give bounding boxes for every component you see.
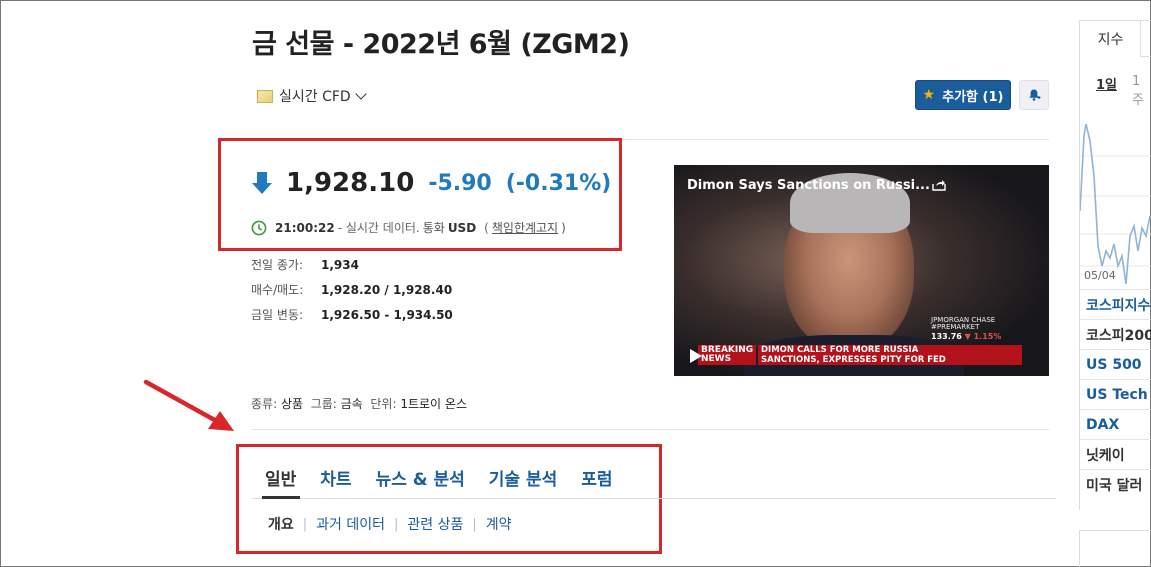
quote-price-row: 1,928.10 -5.90 (-0.31%) (251, 168, 611, 198)
instrument-meta: 종류: 상품 그룹: 금속 단위: 1트로이 온스 (251, 395, 467, 412)
sidebar-tab-line (1141, 56, 1151, 57)
paren-close: ) (561, 220, 566, 235)
last-price: 1,928.10 (286, 168, 415, 198)
subtab-separator: | (302, 516, 308, 532)
page-title: 금 선물 - 2022년 6월 (ZGM2) (252, 29, 630, 60)
video-corner-line: #PREMARKET (931, 323, 980, 331)
alert-button[interactable] (1019, 80, 1049, 110)
sidebar-period-1d[interactable]: 1일 (1096, 74, 1117, 93)
arrow-down-icon (252, 172, 272, 194)
sidebar-mini-chart (1080, 123, 1151, 285)
meta-group-label: 그룹: (310, 397, 337, 411)
breaking-news-badge: BREAKING NEWS (698, 345, 757, 365)
realtime-cfd-dropdown[interactable]: 실시간 CFD (257, 86, 367, 106)
meta-unit-value: 1트로이 온스 (400, 397, 467, 411)
subtab-separator: | (472, 516, 477, 532)
price-change: -5.90 (428, 170, 492, 196)
active-tab-indicator (262, 496, 300, 499)
subtab-historical-data[interactable]: 과거 데이터 (316, 514, 385, 534)
sidebar-item-nikkei[interactable]: 닛케이 (1080, 439, 1151, 469)
tab-news-analysis[interactable]: 뉴스 & 분석 (376, 465, 465, 490)
tab-general[interactable]: 일반 (265, 465, 296, 490)
add-to-watchlist-button[interactable]: ★ 추가함 (1) (915, 80, 1011, 110)
quote-stats: 전일 종가: 1,934 매수/매도: 1,928.20 / 1,928.40 … (251, 252, 453, 327)
sidebar-item-usd[interactable]: 미국 달러 (1080, 469, 1151, 499)
sidebar-index-list: 코스피지수 코스피200 US 500 US Tech 100 DAX 닛케이 … (1080, 289, 1151, 499)
tab-technical[interactable]: 기술 분석 (489, 465, 557, 490)
subtab-overview[interactable]: 개요 (268, 514, 294, 534)
realtime-cfd-label: 실시간 CFD (279, 89, 351, 105)
subtab-related[interactable]: 관련 상품 (407, 514, 463, 534)
data-note: - 실시간 데이터. (337, 221, 420, 235)
bell-plus-icon (1029, 89, 1041, 101)
tab-forum[interactable]: 포럼 (581, 465, 612, 490)
video-stock-change: ▼ 1.15% (964, 332, 1002, 341)
sidebar-item-kospi[interactable]: 코스피지수 (1080, 289, 1151, 319)
tabs-divider (252, 498, 1056, 499)
price-change-percent: (-0.31%) (505, 170, 612, 196)
news-ticker: DIMON CALLS FOR MORE RUSSIA SANCTIONS, E… (758, 345, 1022, 365)
video-stock-value: 133.76 (931, 332, 962, 341)
main-tabs: 일반 차트 뉴스 & 분석 기술 분석 포럼 (265, 465, 637, 490)
sidebar-item-kospi200[interactable]: 코스피200 (1080, 319, 1151, 349)
add-to-watchlist-label: 추가함 (1) (942, 89, 1004, 105)
chevron-down-icon (355, 88, 367, 100)
stat-label: 매수/매도: (251, 283, 304, 297)
meta-type-value: 상품 (280, 397, 304, 411)
sidebar-item-dax[interactable]: DAX (1080, 409, 1151, 439)
annotation-box-tabs (236, 444, 662, 554)
stat-value: 1,926.50 - 1,934.50 (321, 307, 453, 322)
sidebar-item-us500[interactable]: US 500 (1080, 349, 1151, 379)
sidebar-period-1w[interactable]: 1주 (1132, 74, 1151, 108)
stat-label: 전일 종가: (251, 258, 304, 272)
sub-tabs: 개요 | 과거 데이터 | 관련 상품 | 계약 (268, 514, 512, 534)
sidebar-item-ustech[interactable]: US Tech 100 (1080, 379, 1151, 409)
currency-value: USD (447, 220, 477, 235)
subtab-separator: | (394, 516, 399, 532)
play-icon[interactable] (690, 349, 702, 363)
share-icon[interactable] (932, 179, 946, 191)
disclaimer-link[interactable]: 책임한계고지 (492, 219, 558, 236)
quote-time: 21:00:22 (275, 220, 335, 235)
annotation-arrow (143, 379, 234, 431)
ticker-line: DIMON CALLS FOR MORE RUSSIA (761, 345, 919, 355)
stat-value: 1,928.20 / 1,928.40 (321, 282, 453, 297)
tab-chart[interactable]: 차트 (320, 465, 351, 490)
clock-icon (251, 220, 267, 235)
ticker-line: SANCTIONS, EXPRESSES PITY FOR FED (761, 355, 946, 365)
stat-value: 1,934 (321, 257, 359, 272)
video-corner-label: JPMORGAN CHASE #PREMARKET 133.76 ▼ 1.15% (931, 317, 1002, 341)
currency-label: 통화 (422, 221, 445, 235)
stat-row: 금일 변동: 1,926.50 - 1,934.50 (251, 302, 453, 327)
stat-label: 금일 변동: (251, 308, 304, 322)
paren-open: ( (484, 220, 489, 235)
stat-row: 전일 종가: 1,934 (251, 252, 453, 277)
sidebar-chart-date: 05/04 (1084, 269, 1116, 282)
sidebar-indices: 지수 1일 1주 05/04 코스피지수 코스피200 US 500 US Te… (1079, 20, 1151, 510)
meta-group-value: 금속 (340, 397, 363, 411)
stat-row: 매수/매도: 1,928.20 / 1,928.40 (251, 277, 453, 302)
meta-type-label: 종류: (251, 397, 278, 411)
sidebar-tab-indices[interactable]: 지수 (1081, 21, 1141, 57)
subtab-contract[interactable]: 계약 (486, 514, 512, 534)
video-player[interactable]: Dimon Says Sanctions on Russi... JPMORGA… (674, 165, 1049, 376)
quote-time-row: 21:00:22 - 실시간 데이터. 통화 USD ( 책임한계고지 ) (251, 219, 566, 236)
sidebar-next-panel (1079, 530, 1151, 567)
star-icon: ★ (922, 87, 936, 103)
video-title: Dimon Says Sanctions on Russi... (687, 178, 930, 193)
flag-icon (257, 89, 273, 103)
video-stock-quote: 133.76 ▼ 1.15% (931, 332, 1002, 341)
meta-unit-label: 단위: (370, 397, 397, 411)
divider (252, 429, 1049, 430)
breaking-line: NEWS (701, 354, 732, 364)
